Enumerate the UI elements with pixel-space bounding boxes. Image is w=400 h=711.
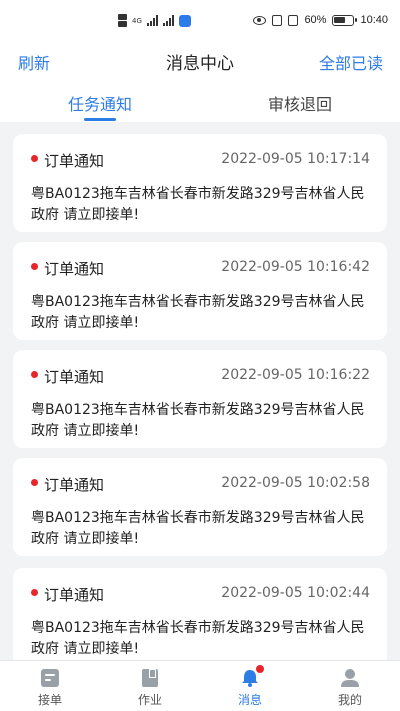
tabbar-label: 消息 xyxy=(237,693,262,707)
message-body: 粤BA0123拖车吉林省长春市新发路329号吉林省人民政府 请立即接单! xyxy=(31,510,365,547)
tab-bar: 任务通知 审核退回 xyxy=(0,78,400,122)
unread-dot xyxy=(31,479,38,486)
tabbar-item-orders[interactable]: 接单 xyxy=(0,661,100,711)
tabbar-label: 接单 xyxy=(37,693,62,707)
tab-review-returned[interactable]: 审核退回 xyxy=(200,91,400,115)
unread-dot xyxy=(31,263,38,270)
message-title: 订单通知 xyxy=(44,586,105,604)
message-card[interactable]: 订单通知 2022-09-05 10:17:14 粤BA0123拖车吉林省长春市… xyxy=(13,134,387,232)
status-right-icons: 60% 10:40 xyxy=(253,14,388,26)
message-body: 粤BA0123拖车吉林省长春市新发路329号吉林省人民政府 请立即接单! xyxy=(31,620,365,657)
message-title: 订单通知 xyxy=(44,152,105,170)
vibrate-icon xyxy=(288,14,299,26)
message-body: 粤BA0123拖车吉林省长春市新发路329号吉林省人民政府 请立即接单! xyxy=(31,186,365,223)
battery-percent: 60% xyxy=(304,14,327,26)
message-time: 2022-09-05 10:16:42 xyxy=(221,259,370,275)
active-tab-indicator xyxy=(84,118,116,121)
signal-icon xyxy=(146,15,158,26)
message-time: 2022-09-05 10:02:58 xyxy=(221,475,370,491)
tabbar-label: 作业 xyxy=(137,693,162,707)
nav-bar: 刷新 消息中心 全部已读 xyxy=(0,44,400,78)
message-card[interactable]: 订单通知 2022-09-05 10:16:22 粤BA0123拖车吉林省长春市… xyxy=(13,350,387,448)
message-title: 订单通知 xyxy=(44,260,105,278)
message-card[interactable]: 订单通知 2022-09-05 10:02:58 粤BA0123拖车吉林省长春市… xyxy=(13,458,387,556)
message-body: 粤BA0123拖车吉林省长春市新发路329号吉林省人民政府 请立即接单! xyxy=(31,402,365,439)
tabbar-label: 我的 xyxy=(337,693,362,707)
unread-dot xyxy=(31,155,38,162)
message-card[interactable]: 订单通知 2022-09-05 10:16:42 粤BA0123拖车吉林省长春市… xyxy=(13,242,387,340)
message-title: 订单通知 xyxy=(44,368,105,386)
notification-badge xyxy=(256,665,264,673)
tab-task-notifications[interactable]: 任务通知 xyxy=(0,91,200,115)
status-time: 10:40 xyxy=(360,14,388,26)
nfc-icon xyxy=(272,14,283,26)
mark-all-read-button[interactable]: 全部已读 xyxy=(319,50,383,74)
eye-icon xyxy=(253,15,267,25)
task-icon xyxy=(142,669,158,687)
tabbar-item-profile[interactable]: 我的 xyxy=(300,661,400,711)
tabbar-item-messages[interactable]: 消息 xyxy=(200,661,300,711)
status-bar: 4G 60% 10:40 xyxy=(0,0,400,44)
message-time: 2022-09-05 10:17:14 xyxy=(221,151,370,167)
network-type: 4G xyxy=(132,16,142,25)
battery-icon xyxy=(332,14,358,26)
order-icon xyxy=(41,669,59,687)
unread-dot xyxy=(31,589,38,596)
profile-icon xyxy=(341,669,359,687)
message-card[interactable]: 订单通知 2022-09-05 10:02:44 粤BA0123拖车吉林省长春市… xyxy=(13,568,387,660)
message-title: 订单通知 xyxy=(44,476,105,494)
unread-dot xyxy=(31,371,38,378)
sim-icon xyxy=(118,14,127,27)
tabbar-item-tasks[interactable]: 作业 xyxy=(100,661,200,711)
message-time: 2022-09-05 10:16:22 xyxy=(221,367,370,383)
app-notification-icon xyxy=(178,14,191,27)
status-left-icons: 4G xyxy=(118,14,191,27)
message-body: 粤BA0123拖车吉林省长春市新发路329号吉林省人民政府 请立即接单! xyxy=(31,294,365,331)
message-time: 2022-09-05 10:02:44 xyxy=(221,585,370,601)
signal-icon-2 xyxy=(162,15,174,26)
bottom-tab-bar: 接单 作业 消息 我的 xyxy=(0,660,400,711)
message-list[interactable]: 订单通知 2022-09-05 10:17:14 粤BA0123拖车吉林省长春市… xyxy=(0,122,400,660)
